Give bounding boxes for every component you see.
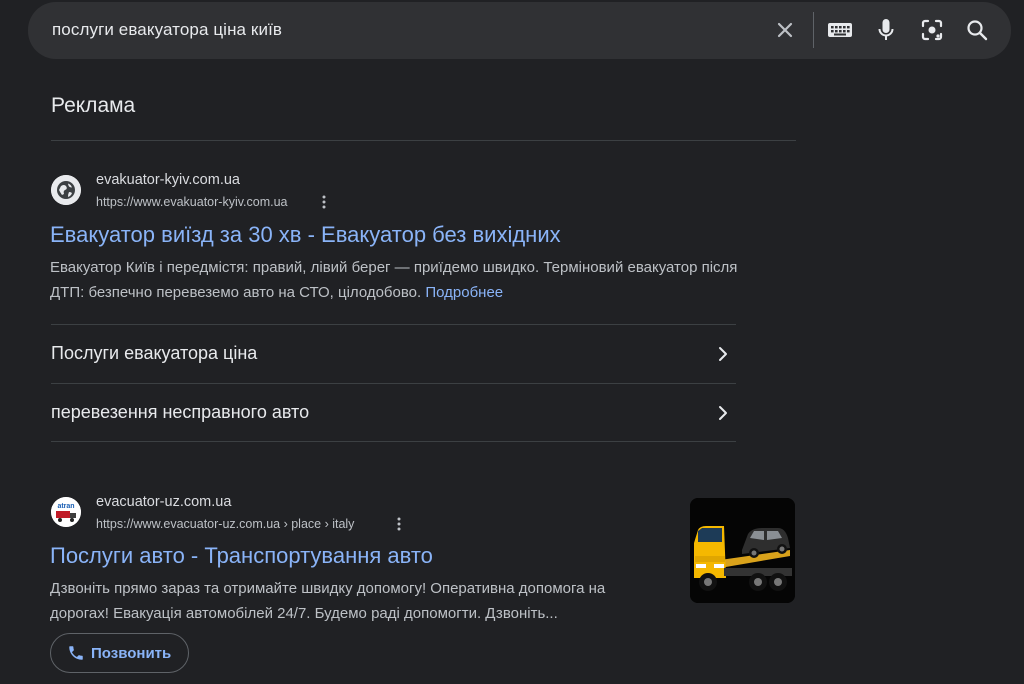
more-options-icon[interactable] bbox=[319, 194, 329, 210]
sitelink-label: перевезення несправного авто bbox=[51, 402, 310, 422]
tow-truck-logo[interactable]: atran bbox=[51, 497, 81, 527]
search-input[interactable]: послуги евакуатора ціна київ bbox=[52, 20, 282, 40]
phone-icon bbox=[69, 646, 83, 660]
ad-description-line: Дзвоніть прямо зараз та отримайте швидку… bbox=[50, 580, 606, 597]
chevron-right-icon bbox=[719, 406, 727, 420]
ad-description-line: дорогах! Евакуація автомобілей 24/7. Буд… bbox=[50, 605, 558, 622]
microphone-icon[interactable] bbox=[872, 16, 900, 44]
call-button-label: Позвонить bbox=[91, 644, 172, 662]
logo-text: atran bbox=[57, 503, 74, 510]
ad-description: Дзвоніть прямо зараз та отримайте швидку… bbox=[50, 576, 605, 626]
ad-title-link[interactable]: Евакуатор виїзд за 30 хв - Евакуатор без… bbox=[50, 222, 561, 248]
divider bbox=[51, 140, 796, 141]
ad-title-link[interactable]: Послуги авто - Транспортування авто bbox=[50, 543, 433, 569]
sitelink-broken-car[interactable]: перевезення несправного авто bbox=[51, 384, 736, 442]
search-icon[interactable] bbox=[963, 16, 991, 44]
search-bar-divider bbox=[813, 12, 814, 48]
more-link[interactable]: Подробнее bbox=[425, 284, 503, 301]
search-bar[interactable]: послуги евакуатора ціна київ bbox=[28, 2, 1011, 59]
more-options-icon[interactable] bbox=[394, 516, 404, 532]
lens-icon[interactable] bbox=[918, 16, 946, 44]
ad-url[interactable]: https://www.evakuator-kyiv.com.ua bbox=[96, 195, 288, 209]
divider bbox=[51, 441, 736, 442]
chevron-right-icon bbox=[719, 347, 727, 361]
tow-truck-image[interactable] bbox=[690, 498, 795, 603]
sitelink-prices[interactable]: Послуги евакуатора ціна bbox=[51, 325, 736, 383]
ad-description-line: Евакуатор Київ і передмістя: правий, лів… bbox=[50, 259, 738, 276]
search-results-page: послуги евакуатора ціна київ Реклама eva… bbox=[0, 0, 1024, 684]
ad-description-line: ДТП: безпечно перевеземо авто на СТО, ці… bbox=[50, 284, 422, 301]
ad-site-name[interactable]: evacuator-uz.com.ua bbox=[96, 494, 231, 510]
sitelink-label: Послуги евакуатора ціна bbox=[51, 343, 258, 363]
ads-section-label: Реклама bbox=[51, 94, 136, 117]
keyboard-icon[interactable] bbox=[826, 16, 854, 44]
globe-icon[interactable] bbox=[51, 175, 81, 205]
call-button[interactable]: Позвонить bbox=[50, 633, 189, 673]
close-icon[interactable] bbox=[771, 16, 799, 44]
ad-url[interactable]: https://www.evacuator-uz.com.ua › place … bbox=[96, 517, 354, 531]
ad-description: Евакуатор Київ і передмістя: правий, лів… bbox=[50, 255, 737, 305]
ad-site-name[interactable]: evakuator-kyiv.com.ua bbox=[96, 172, 240, 188]
